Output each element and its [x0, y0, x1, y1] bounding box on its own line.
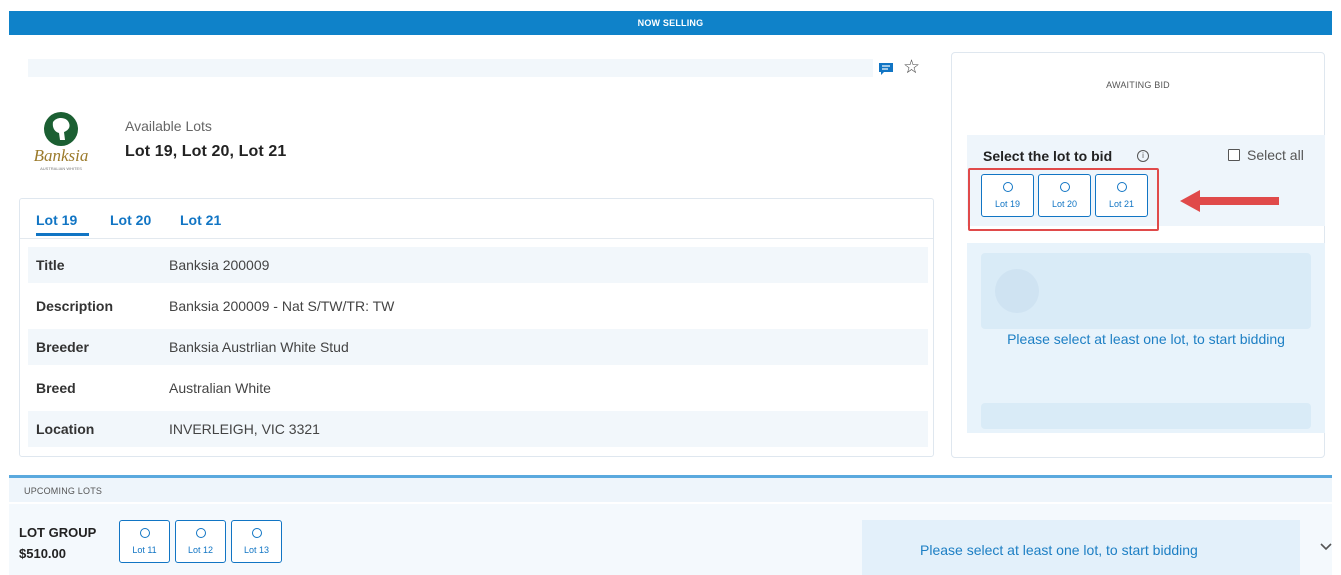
- select-all-checkbox[interactable]: [1228, 149, 1240, 161]
- tab-lot-19[interactable]: Lot 19: [36, 212, 77, 228]
- tab-lot-21[interactable]: Lot 21: [180, 212, 221, 228]
- detail-value: INVERLEIGH, VIC 3321: [169, 421, 320, 437]
- svg-text:Banksia: Banksia: [34, 146, 89, 165]
- upcoming-lot-button-12[interactable]: Lot 12: [175, 520, 226, 563]
- select-all-label[interactable]: Select all: [1247, 147, 1304, 163]
- lot-group-price: $510.00: [19, 546, 66, 561]
- detail-key: Breed: [36, 380, 76, 396]
- lot-group-label: LOT GROUP: [19, 525, 97, 540]
- lock-icon: [995, 269, 1039, 313]
- svg-text:AUSTRALIAN WHITES: AUSTRALIAN WHITES: [40, 166, 82, 171]
- max-bid-ghost: [981, 403, 1311, 429]
- upcoming-start-bidding-message: Please select at least one lot, to start…: [920, 542, 1198, 558]
- lot-button-label: Lot 13: [243, 545, 270, 555]
- detail-key: Description: [36, 298, 114, 314]
- detail-value: Australian White: [169, 380, 271, 396]
- upcoming-lots-label: UPCOMING LOTS: [24, 486, 103, 496]
- tab-divider: [20, 238, 933, 239]
- active-tab-indicator: [36, 233, 89, 236]
- available-lots-label: Available Lots: [125, 118, 212, 134]
- info-icon[interactable]: i: [1137, 150, 1149, 162]
- chevron-down-icon[interactable]: [1320, 542, 1332, 552]
- detail-row-breeder: Breeder Banksia Austrlian White Stud: [28, 329, 928, 365]
- upcoming-lot-button-13[interactable]: Lot 13: [231, 520, 282, 563]
- bid-status: AWAITING BID: [1106, 80, 1170, 90]
- red-arrow-icon: [1180, 190, 1279, 212]
- start-bidding-message: Please select at least one lot, to start…: [1007, 331, 1285, 347]
- detail-row-breed: Breed Australian White: [28, 370, 928, 406]
- detail-key: Location: [36, 421, 95, 437]
- tab-lot-20[interactable]: Lot 20: [110, 212, 151, 228]
- available-lots-list: Lot 19, Lot 20, Lot 21: [125, 143, 287, 160]
- lot-selection-highlight: [968, 168, 1159, 231]
- lot-button-label: Lot 12: [187, 545, 214, 555]
- lot-button-label: Lot 11: [132, 545, 157, 555]
- detail-row-location: Location INVERLEIGH, VIC 3321: [28, 411, 928, 447]
- select-lot-title: Select the lot to bid: [983, 148, 1113, 164]
- sale-header-strip: [28, 59, 873, 77]
- chat-icon[interactable]: [878, 62, 894, 76]
- lot-radio-icon: [195, 528, 206, 538]
- detail-value: Banksia 200009 - Nat S/TW/TR: TW: [169, 298, 395, 314]
- detail-row-title: Title Banksia 200009: [28, 247, 928, 283]
- star-icon[interactable]: ☆: [903, 58, 920, 77]
- upcoming-header: [9, 478, 1332, 502]
- now-selling-banner: NOW SELLING: [9, 11, 1332, 35]
- detail-row-description: Description Banksia 200009 - Nat S/TW/TR…: [28, 288, 928, 324]
- lot-radio-icon: [251, 528, 262, 538]
- banksia-logo: Banksia AUSTRALIAN WHITES: [34, 112, 89, 171]
- detail-value: Banksia Austrlian White Stud: [169, 339, 349, 355]
- detail-value: Banksia 200009: [169, 257, 270, 273]
- detail-key: Title: [36, 257, 65, 273]
- detail-key: Breeder: [36, 339, 89, 355]
- upcoming-lot-button-11[interactable]: Lot 11: [119, 520, 170, 563]
- lot-radio-icon: [139, 528, 150, 538]
